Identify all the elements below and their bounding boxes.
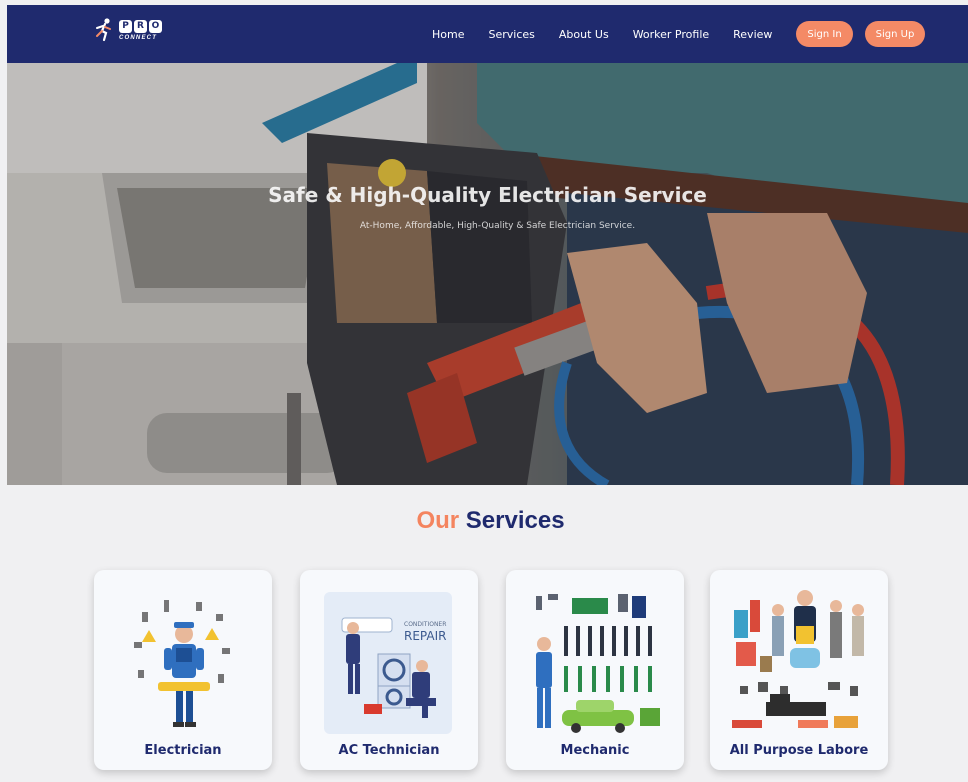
mechanic-tools-illustration-icon <box>536 594 660 733</box>
ac-repair-illustration-icon: CONDITIONER REPAIR <box>324 592 452 734</box>
services-heading: Our Services <box>0 507 968 535</box>
service-card-ac-technician[interactable]: CONDITIONER REPAIR AC Technician <box>300 570 478 770</box>
nav-review[interactable]: Review <box>733 28 772 41</box>
hero-overlay <box>7 63 968 485</box>
main-nav: Home Services About Us Worker Profile Re… <box>432 5 937 63</box>
hero-banner: Safe & High-Quality Electrician Service … <box>7 63 968 485</box>
service-card-mechanic[interactable]: Mechanic <box>506 570 684 770</box>
services-cards: Electrician CONDITIONER REPAIR AC Techni… <box>94 570 894 782</box>
runner-logo-icon <box>96 18 111 42</box>
service-card-electrician[interactable]: Electrician <box>94 570 272 770</box>
logo-letter: P <box>119 19 132 33</box>
services-heading-accent: Our <box>416 507 460 534</box>
electrician-illustration-icon <box>134 600 230 727</box>
sign-in-button[interactable]: Sign In <box>796 21 853 47</box>
badge-big-text: REPAIR <box>404 629 446 643</box>
service-card-label: Mechanic <box>560 743 630 758</box>
hero-subtitle: At-Home, Affordable, High-Quality & Safe… <box>359 221 636 231</box>
service-card-label: Electrician <box>144 743 222 758</box>
brand-logo[interactable]: P R O CONNECT <box>93 18 162 42</box>
badge-small-text: CONDITIONER <box>404 621 446 628</box>
nav-about-us[interactable]: About Us <box>559 28 609 41</box>
hero-title: Safe & High-Quality Electrician Service <box>268 183 707 207</box>
service-card-label: All Purpose Labore <box>729 743 869 758</box>
labour-workers-illustration-icon <box>732 590 864 728</box>
logo-wordmark: P R O <box>119 19 162 33</box>
logo-letter: R <box>134 19 147 33</box>
services-heading-main: Services <box>465 507 565 534</box>
logo-subtitle: CONNECT <box>119 34 158 41</box>
service-card-label: AC Technician <box>338 743 440 758</box>
nav-home[interactable]: Home <box>432 28 464 41</box>
nav-services[interactable]: Services <box>488 28 534 41</box>
sign-up-button[interactable]: Sign Up <box>864 21 926 47</box>
logo-letter: O <box>149 19 162 33</box>
nav-worker-profile[interactable]: Worker Profile <box>633 28 709 41</box>
service-card-all-purpose-labore[interactable]: All Purpose Labore <box>710 570 888 770</box>
navbar: P R O CONNECT Home Services About Us Wor… <box>7 5 968 63</box>
